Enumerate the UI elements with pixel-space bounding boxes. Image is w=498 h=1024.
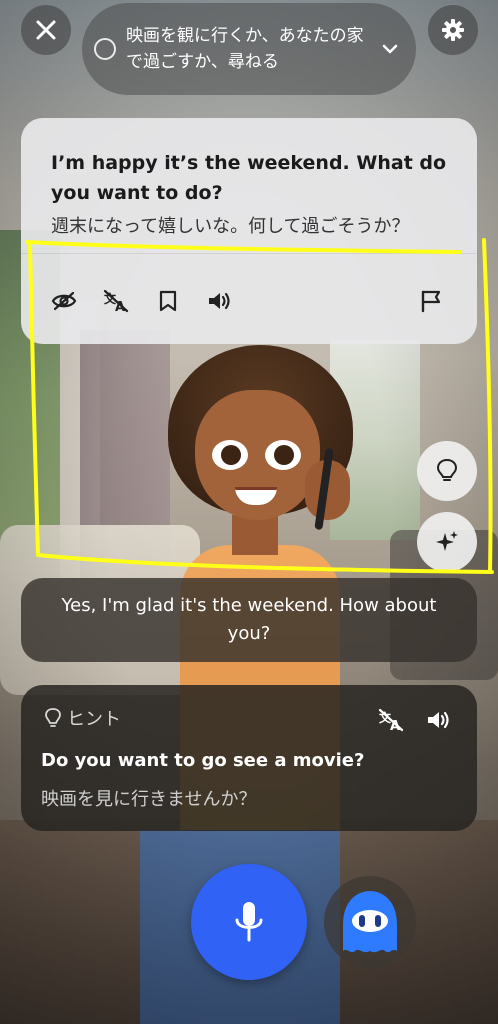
user-message-text: Yes, I'm glad it's the weekend. How abou…	[61, 595, 437, 644]
bookmark-icon	[159, 290, 177, 312]
hint-japanese: 映画を見に行きませんか？	[41, 789, 257, 810]
hint-toolbar: 文 A	[378, 707, 452, 733]
assistant-avatar-button[interactable]	[324, 876, 416, 968]
ai-message-english: I’m happy it’s the weekend. What do you …	[51, 152, 447, 204]
goal-selector[interactable]: 映画を観に行くか、あなたの家で過ごすか、尋ねる	[82, 3, 416, 95]
eye-off-icon	[51, 291, 77, 311]
translate-off-icon: 文 A	[103, 289, 129, 313]
sparkle-icon	[436, 531, 458, 551]
mic-icon	[235, 902, 263, 942]
hide-translation-button[interactable]: 文 A	[103, 288, 129, 314]
settings-button[interactable]	[428, 5, 478, 55]
ai-message-japanese: 週末になって嬉しいな。何して過ごそうか？	[51, 216, 410, 237]
play-audio-button[interactable]	[207, 288, 233, 314]
user-message-card: Yes, I'm glad it's the weekend. How abou…	[21, 578, 477, 662]
hint-header: ヒント	[45, 705, 121, 731]
hint-label: ヒント	[67, 709, 121, 730]
divider	[21, 253, 477, 254]
hint-play-audio-button[interactable]	[426, 707, 452, 733]
hint-card: ヒント 文 A Do you want to go see a movie? 映…	[21, 685, 477, 831]
chevron-down-icon	[380, 43, 400, 55]
close-button[interactable]	[21, 5, 71, 55]
close-icon	[36, 20, 56, 40]
lightbulb-icon	[45, 708, 61, 727]
message-toolbar: 文 A	[51, 288, 233, 314]
lightbulb-icon	[437, 458, 457, 481]
ai-message-card: I’m happy it’s the weekend. What do you …	[21, 118, 477, 344]
gear-icon	[442, 19, 464, 41]
goal-text: 映画を観に行くか、あなたの家で過ごすか、尋ねる	[126, 26, 364, 72]
ai-assist-button[interactable]	[417, 512, 477, 572]
ghost-avatar-icon	[343, 891, 397, 953]
hint-button[interactable]	[417, 441, 477, 501]
speaker-icon	[428, 711, 449, 729]
hide-text-button[interactable]	[51, 288, 77, 314]
flag-icon	[421, 290, 441, 313]
translate-off-icon: 文 A	[378, 708, 404, 732]
bookmark-button[interactable]	[155, 288, 181, 314]
report-button[interactable]	[418, 288, 444, 314]
speaker-icon	[209, 292, 230, 310]
microphone-button[interactable]	[191, 864, 307, 980]
goal-status-circle	[94, 38, 116, 60]
hint-english: Do you want to go see a movie?	[41, 750, 365, 771]
hint-translation-toggle[interactable]: 文 A	[378, 707, 404, 733]
